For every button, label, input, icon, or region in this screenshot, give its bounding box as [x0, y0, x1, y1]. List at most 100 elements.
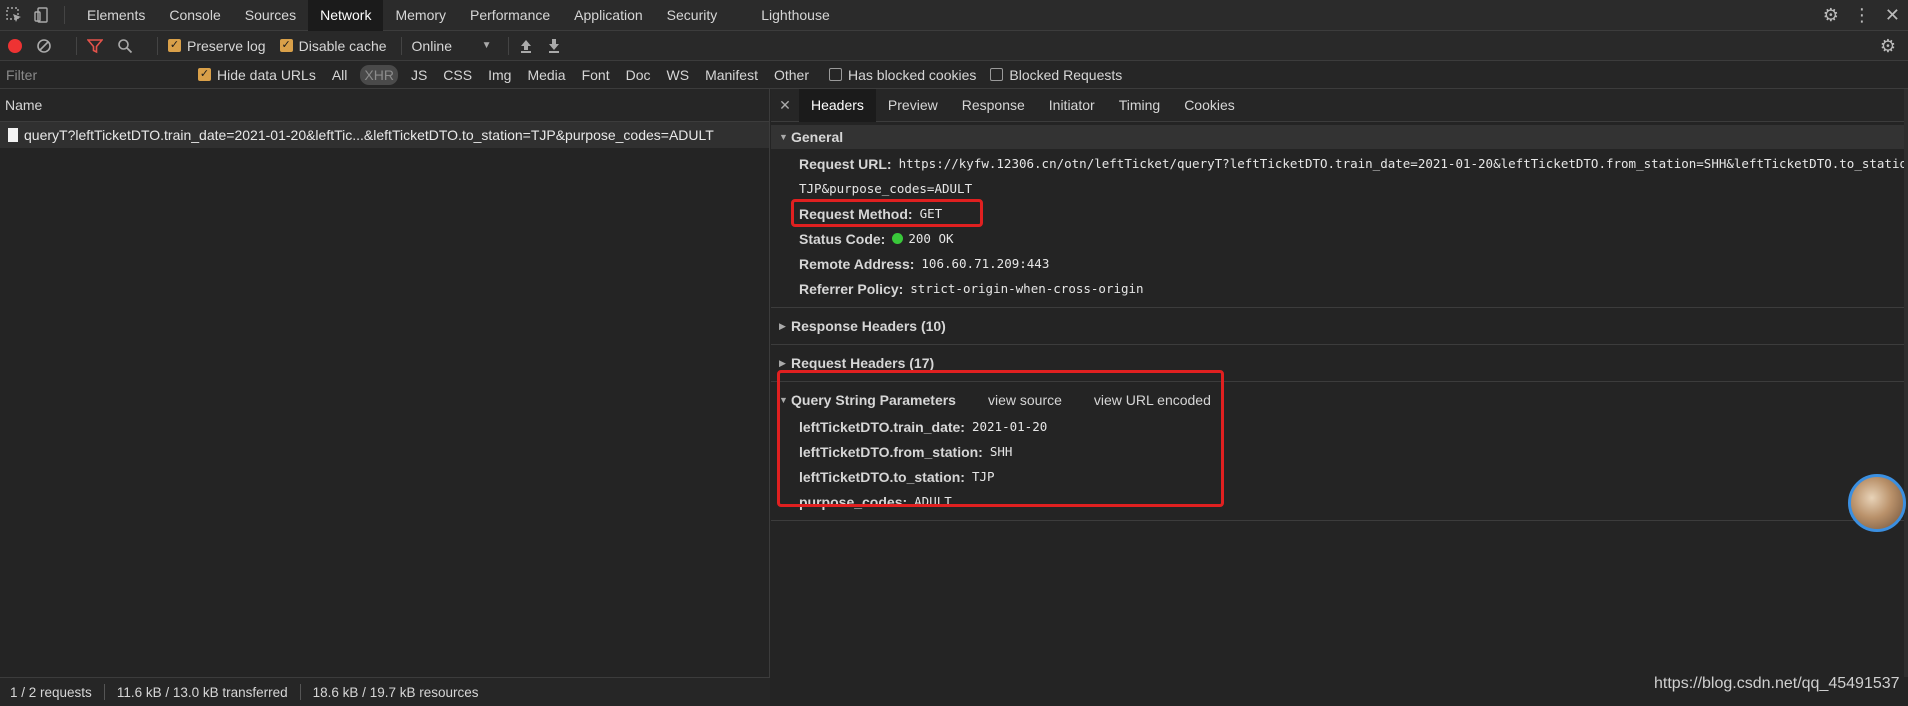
filter-funnel-icon[interactable] — [87, 38, 103, 54]
request-url-label: Request URL: — [799, 155, 892, 172]
referrer-policy-value: strict-origin-when-cross-origin — [910, 281, 1144, 296]
request-list-panel: Name queryT?leftTicketDTO.train_date=202… — [0, 89, 770, 677]
inspect-element-icon[interactable] — [0, 0, 28, 31]
floating-avatar[interactable] — [1848, 474, 1906, 532]
tab-initiator[interactable]: Initiator — [1037, 89, 1107, 122]
filter-type-media[interactable]: Media — [524, 65, 568, 85]
tab-elements[interactable]: Elements — [75, 0, 157, 31]
toolbar-separator — [76, 36, 77, 55]
checkmark-icon: ✓ — [279, 39, 293, 52]
name-column-header[interactable]: Name — [0, 89, 769, 122]
request-url-continuation: TJP&purpose_codes=ADULT — [771, 176, 1908, 201]
toolbar-separator — [157, 36, 158, 55]
record-icon[interactable] — [8, 38, 22, 53]
disable-cache-label: Disable cache — [298, 37, 387, 54]
disable-cache-checkbox[interactable]: ✓ Disable cache — [279, 37, 387, 54]
tab-network[interactable]: Network — [308, 0, 384, 31]
response-headers-section-header[interactable]: ▶ Response Headers (10) — [771, 314, 1908, 338]
throttling-value: Online — [411, 37, 452, 54]
network-settings-gear-icon[interactable]: ⚙ — [1880, 36, 1896, 57]
tab-sources[interactable]: Sources — [233, 0, 308, 31]
status-ok-dot-icon — [892, 233, 904, 244]
status-bar: 1 / 2 requests 11.6 kB / 13.0 kB transfe… — [0, 677, 770, 706]
request-row[interactable]: queryT?leftTicketDTO.train_date=2021-01-… — [0, 122, 769, 148]
blocked-requests-checkbox[interactable]: Blocked Requests — [990, 67, 1122, 83]
tab-cookies[interactable]: Cookies — [1172, 89, 1247, 122]
referrer-policy-row: Referrer Policy: strict-origin-when-cros… — [771, 276, 1908, 301]
status-code-row: Status Code: 200 OK — [771, 226, 1908, 251]
details-tab-bar: ✕ Headers Preview Response Initiator Tim… — [771, 88, 1908, 122]
close-devtools-icon[interactable]: ✕ — [1885, 5, 1900, 26]
filter-type-font[interactable]: Font — [579, 65, 613, 85]
filter-bar: Filter ✓ Hide data URLs All XHR JS CSS I… — [0, 61, 1908, 89]
request-url-value-cont: TJP&purpose_codes=ADULT — [799, 181, 973, 196]
document-icon — [8, 128, 18, 142]
import-har-icon[interactable] — [519, 38, 533, 54]
response-headers-title: Response Headers (10) — [791, 318, 946, 334]
checkmark-icon: ✓ — [198, 68, 211, 81]
throttling-select[interactable]: Online ▼ — [412, 38, 492, 54]
filter-type-manifest[interactable]: Manifest — [702, 65, 761, 85]
preserve-log-checkbox[interactable]: ✓ Preserve log — [168, 38, 266, 54]
general-title: General — [791, 129, 844, 145]
filter-type-ws[interactable]: WS — [664, 65, 693, 85]
remote-address-row: Remote Address: 106.60.71.209:443 — [771, 251, 1908, 276]
clear-icon[interactable] — [36, 38, 52, 54]
tab-preview[interactable]: Preview — [876, 89, 950, 122]
filter-type-css[interactable]: CSS — [440, 65, 475, 85]
filter-type-img[interactable]: Img — [485, 65, 514, 85]
filter-type-all[interactable]: All — [329, 65, 351, 85]
export-har-icon[interactable] — [547, 38, 561, 54]
filter-type-xhr[interactable]: XHR — [360, 64, 398, 85]
section-divider — [771, 520, 1908, 521]
status-code-label: Status Code: — [799, 230, 886, 247]
tab-timing[interactable]: Timing — [1107, 89, 1173, 122]
referrer-policy-label: Referrer Policy: — [799, 280, 904, 297]
request-url-row: Request URL: https://kyfw.12306.cn/otn/l… — [771, 151, 1908, 176]
filter-type-js[interactable]: JS — [408, 65, 430, 85]
tab-security[interactable]: Security — [655, 0, 730, 31]
tabbar-actions: ⚙ ⋮ ✕ — [1823, 0, 1900, 31]
scrollbar[interactable] — [1904, 89, 1908, 677]
remote-address-value: 106.60.71.209:443 — [921, 256, 1050, 271]
tab-performance[interactable]: Performance — [458, 0, 562, 31]
tab-memory[interactable]: Memory — [383, 0, 458, 31]
status-separator — [299, 684, 301, 700]
request-name: queryT?leftTicketDTO.train_date=2021-01-… — [24, 127, 714, 143]
empty-checkbox-icon — [829, 68, 842, 81]
checkmark-icon: ✓ — [168, 39, 181, 52]
query-params-highlight — [777, 370, 1224, 507]
device-toolbar-icon[interactable] — [28, 0, 56, 31]
more-options-icon[interactable]: ⋮ — [1853, 5, 1871, 26]
dropdown-arrow-icon: ▼ — [481, 40, 492, 51]
transferred-size: 11.6 kB / 13.0 kB transferred — [116, 684, 288, 700]
resources-size: 18.6 kB / 19.7 kB resources — [312, 684, 479, 700]
general-section-header[interactable]: ▼ General — [771, 125, 1908, 149]
tab-application[interactable]: Application — [562, 0, 655, 31]
network-toolbar: ✓ Preserve log ✓ Disable cache Online ▼ … — [0, 31, 1908, 61]
filter-type-other[interactable]: Other — [771, 65, 812, 85]
devtools-tab-bar: Elements Console Sources Network Memory … — [0, 0, 1908, 31]
empty-checkbox-icon — [990, 68, 1004, 81]
settings-gear-icon[interactable]: ⚙ — [1823, 5, 1839, 26]
request-url-value: https://kyfw.12306.cn/otn/leftTicket/que… — [898, 156, 1908, 171]
search-icon[interactable] — [117, 38, 133, 54]
hide-data-urls-label: Hide data URLs — [217, 66, 316, 83]
request-headers-title: Request Headers (17) — [791, 355, 935, 371]
status-separator — [103, 684, 105, 700]
has-blocked-cookies-checkbox[interactable]: Has blocked cookies — [829, 67, 976, 83]
collapsed-triangle-icon: ▶ — [779, 320, 786, 331]
status-code-value: 200 OK — [908, 231, 954, 246]
hide-data-urls-checkbox[interactable]: ✓ Hide data URLs — [198, 67, 316, 83]
remote-address-label: Remote Address: — [799, 255, 915, 272]
tab-headers[interactable]: Headers — [799, 88, 876, 122]
collapsed-triangle-icon: ▶ — [779, 357, 786, 368]
close-details-icon[interactable]: ✕ — [771, 97, 799, 114]
expanded-triangle-icon: ▼ — [779, 132, 788, 142]
filter-input[interactable]: Filter — [0, 61, 198, 89]
filter-type-doc[interactable]: Doc — [623, 65, 654, 85]
tab-console[interactable]: Console — [157, 0, 232, 31]
tab-response[interactable]: Response — [950, 89, 1037, 122]
section-divider — [771, 344, 1908, 345]
tab-lighthouse[interactable]: Lighthouse — [749, 0, 842, 31]
